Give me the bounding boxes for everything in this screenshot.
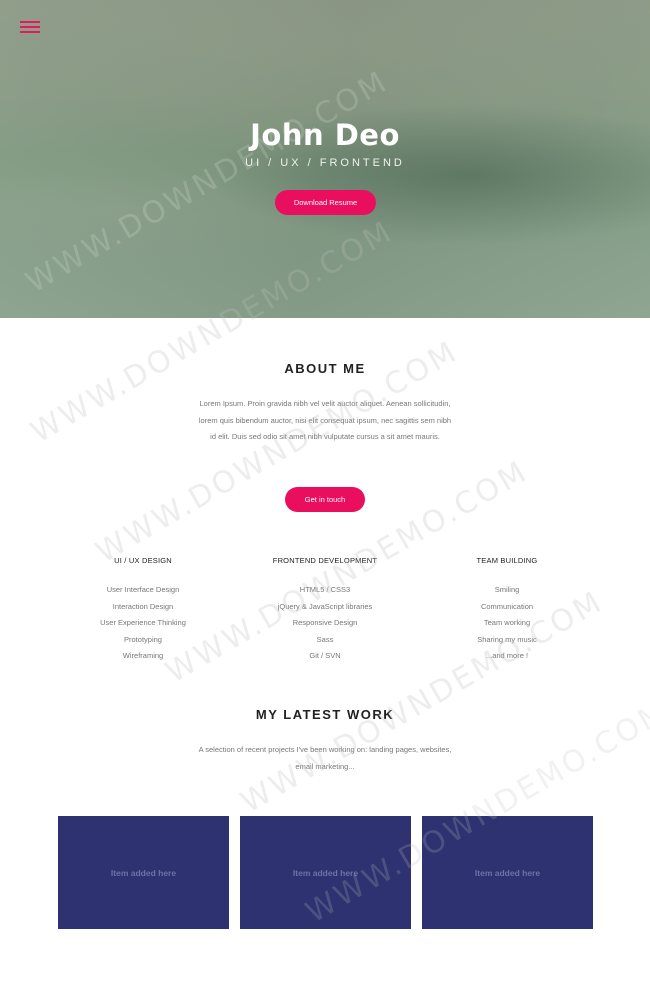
hero-name: John Deo [250,118,400,152]
work-card[interactable]: Item added here [58,816,229,929]
skills-heading: UI / UX DESIGN [114,556,172,565]
skill-item: User Interface Design [106,585,180,594]
work-line: email marketing... [295,761,355,771]
skills-column-frontend: FRONTEND DEVELOPMENT HTML5 / CSS3 jQuery… [245,554,405,665]
hero-banner: John Deo UI / UX / FRONTEND Download Res… [0,0,650,318]
skill-item: ...and more ! [485,651,529,660]
skills-heading: TEAM BUILDING [476,556,538,565]
skill-item: Sass [316,634,334,644]
skill-item: Responsive Design [292,618,358,627]
work-line: A selection of recent projects I've been… [198,745,452,754]
download-resume-button[interactable]: Download Resume [275,190,376,215]
skills-heading: FRONTEND DEVELOPMENT [272,556,378,565]
work-title: MY LATEST WORK [255,707,395,722]
work-card[interactable]: Item added here [240,816,411,929]
hamburger-menu-icon[interactable] [20,21,40,33]
about-line: Lorem Ipsum. Proin gravida nibh vel veli… [199,399,451,408]
skill-item: Smiling [494,585,520,594]
about-line: lorem quis bibendum auctor, nisi elit co… [198,415,452,425]
skill-item: Communication [480,601,534,611]
skill-item: Interaction Design [112,601,174,611]
about-paragraph: Lorem Ipsum. Proin gravida nibh vel veli… [190,396,460,446]
work-card[interactable]: Item added here [422,816,593,929]
skill-item: Git / SVN [309,651,341,660]
skills-column-team: TEAM BUILDING Smiling Communication Team… [427,554,587,665]
work-card-label: Item added here [110,867,177,878]
skills-column-uiux: UI / UX DESIGN User Interface Design Int… [63,554,223,665]
work-card-label: Item added here [474,867,541,878]
skill-item: HTML5 / CSS3 [299,585,351,594]
skill-item: User Experience Thinking [100,618,186,627]
skill-item: Team working [483,618,531,627]
skill-item: Sharing my music [477,634,537,644]
skill-item: Prototyping [124,634,162,644]
get-in-touch-button[interactable]: Get in touch [285,487,365,512]
hero-subtitle: UI / UX / FRONTEND [245,157,405,169]
skill-item: jQuery & JavaScript libraries [277,601,373,611]
about-line: id elit. Duis sed odio sit amet nibh vul… [210,432,440,441]
work-paragraph: A selection of recent projects I've been… [190,742,460,775]
about-title: ABOUT ME [284,361,366,376]
skill-item: Wireframing [122,651,164,660]
work-card-label: Item added here [292,867,359,878]
